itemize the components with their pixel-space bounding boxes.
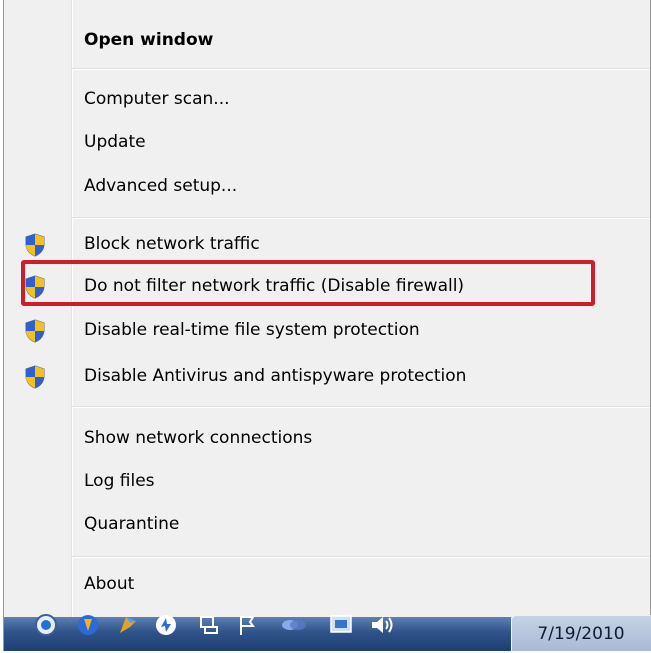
tray-context-menu: Open window Computer scan... Update Adva… — [3, 0, 651, 617]
menu-separator — [72, 406, 650, 408]
menu-separator — [72, 68, 650, 70]
menu-item-update[interactable]: Update — [4, 122, 650, 162]
eset-tray-icon[interactable] — [34, 613, 58, 637]
display-tray-icon[interactable] — [328, 613, 352, 637]
menu-item-label: Update — [84, 132, 146, 152]
network-tray-icon[interactable] — [197, 613, 221, 637]
menu-item-label: About — [84, 574, 135, 594]
taskbar: 7/19/2010 — [3, 614, 651, 651]
menu-item-label: Log files — [84, 471, 155, 491]
menu-item-label: Disable real-time file system protection — [84, 320, 420, 340]
menu-separator — [72, 556, 650, 558]
menu-item-about[interactable]: About — [4, 564, 650, 604]
menu-item-label: Computer scan... — [84, 89, 230, 109]
taskbar-clock[interactable]: 7/19/2010 — [511, 615, 651, 651]
menu-item-label: Advanced setup... — [84, 176, 238, 196]
menu-item-open-window[interactable]: Open window — [4, 20, 650, 60]
menu-item-quarantine[interactable]: Quarantine — [4, 504, 650, 544]
clock-date: 7/19/2010 — [537, 624, 625, 644]
volume-icon[interactable] — [368, 613, 393, 637]
misc-tray-icon[interactable] — [280, 613, 306, 637]
menu-item-log-files[interactable]: Log files — [4, 461, 650, 501]
menu-item-label: Disable Antivirus and antispyware protec… — [84, 366, 467, 386]
menu-item-block-network-traffic[interactable]: Block network traffic — [4, 224, 650, 264]
menu-item-advanced-setup[interactable]: Advanced setup... — [4, 166, 650, 206]
update-tray-icon[interactable] — [154, 613, 178, 637]
uac-shield-icon — [24, 319, 46, 343]
uac-shield-icon — [24, 233, 46, 257]
menu-item-computer-scan[interactable]: Computer scan... — [4, 79, 650, 119]
menu-item-label: Block network traffic — [84, 234, 260, 254]
menu-item-do-not-filter-network-traffic[interactable]: Do not filter network traffic (Disable f… — [4, 266, 650, 306]
flag-tray-icon[interactable] — [236, 613, 260, 637]
uac-shield-icon — [24, 275, 46, 299]
menu-item-label: Quarantine — [84, 514, 180, 534]
menu-item-disable-antivirus[interactable]: Disable Antivirus and antispyware protec… — [4, 356, 650, 396]
menu-item-disable-realtime-protection[interactable]: Disable real-time file system protection — [4, 310, 650, 350]
menu-item-show-network-connections[interactable]: Show network connections — [4, 418, 650, 458]
action-center-flag-icon[interactable] — [116, 613, 140, 637]
menu-item-label: Do not filter network traffic (Disable f… — [84, 276, 465, 296]
menu-separator — [72, 217, 650, 219]
security-tray-icon[interactable] — [76, 613, 100, 637]
menu-item-label: Open window — [84, 30, 214, 50]
uac-shield-icon — [24, 365, 46, 389]
menu-item-label: Show network connections — [84, 428, 313, 448]
